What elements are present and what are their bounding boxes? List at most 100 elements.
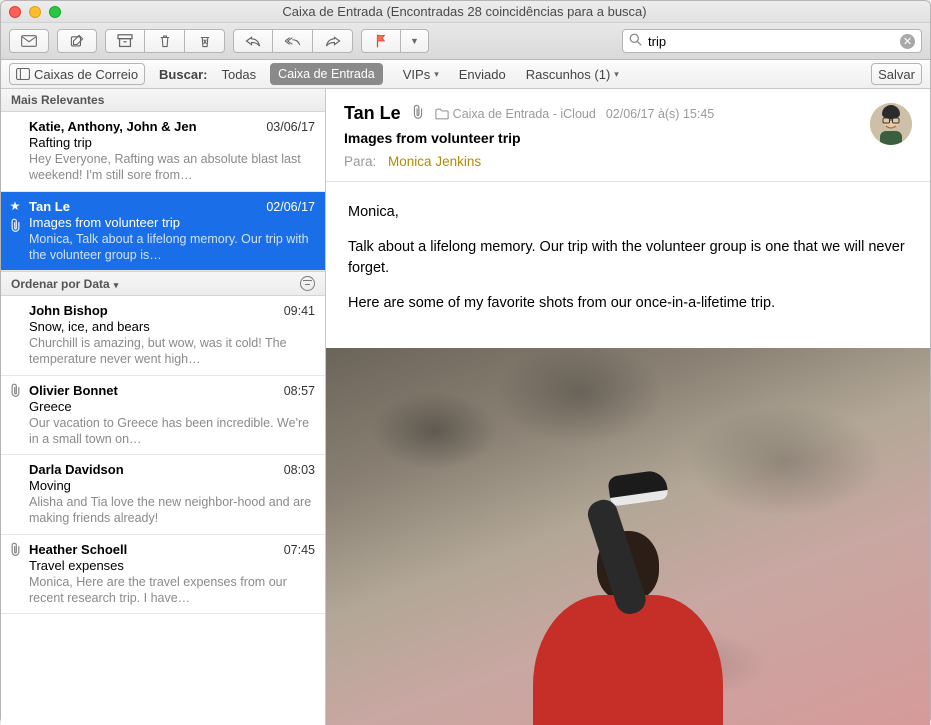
message-content-pane: Tan Le Caixa de Entrada - iCloud 02/06/1…	[326, 89, 930, 725]
list-sort-header[interactable]: Ordenar por Data ▾	[1, 271, 325, 296]
row-date: 03/06/17	[266, 120, 315, 134]
attachment-photo[interactable]	[326, 348, 930, 725]
search-field[interactable]: ✕	[622, 29, 922, 53]
message-row[interactable]: Darla Davidson 08:03MovingAlisha and Tia …	[1, 455, 325, 535]
reply-icon	[245, 34, 261, 48]
trash-icon	[157, 34, 173, 48]
forward-button[interactable]	[313, 29, 353, 53]
message-body: Monica, Talk about a lifelong memory. Our…	[326, 182, 930, 348]
chevron-down-icon: ▼	[410, 36, 419, 46]
message-list[interactable]: Mais Relevantes Katie, Anthony, John & J…	[1, 89, 326, 725]
list-section-relevant: Mais Relevantes	[1, 89, 325, 112]
row-subject: Images from volunteer trip	[29, 215, 315, 230]
toolbar: ▼ ✕	[1, 23, 930, 60]
message-row[interactable]: John Bishop 09:41Snow, ice, and bearsChur…	[1, 296, 325, 376]
reply-button[interactable]	[233, 29, 273, 53]
from-name[interactable]: Tan Le	[344, 103, 401, 124]
save-search-button[interactable]: Salvar	[871, 63, 922, 85]
flag-menu-button[interactable]: ▼	[401, 29, 429, 53]
row-sender: Olivier Bonnet	[29, 383, 118, 398]
message-folder[interactable]: Caixa de Entrada - iCloud	[435, 107, 596, 121]
flag-icon	[373, 34, 389, 48]
delete-button[interactable]	[145, 29, 185, 53]
row-subject: Rafting trip	[29, 135, 315, 150]
body-paragraph: Here are some of my favorite shots from …	[348, 293, 908, 314]
sidebar-icon	[16, 68, 30, 80]
message-subject: Images from volunteer trip	[344, 130, 912, 146]
reply-all-button[interactable]	[273, 29, 313, 53]
archive-icon	[117, 34, 133, 48]
to-recipient[interactable]: Monica Jenkins	[388, 154, 481, 169]
chevron-down-icon: ▾	[614, 69, 619, 80]
row-preview: Monica, Here are the travel expenses fro…	[29, 574, 315, 607]
flag-button[interactable]	[361, 29, 401, 53]
row-sender: Tan Le	[29, 199, 70, 214]
sort-label: Ordenar por Data	[11, 277, 110, 291]
search-scope-label: Buscar:	[159, 67, 207, 82]
scope-all[interactable]: Todas	[221, 67, 256, 82]
message-row[interactable]: ★ Tan Le 02/06/17Images from volunteer tri…	[1, 192, 325, 272]
row-preview: Hey Everyone, Rafting was an absolute bl…	[29, 151, 315, 184]
to-label: Para:	[344, 154, 376, 169]
body-paragraph: Monica,	[348, 202, 908, 223]
junk-icon	[197, 34, 213, 48]
photo-subject	[533, 531, 723, 725]
envelope-icon	[21, 34, 37, 48]
junk-button[interactable]	[185, 29, 225, 53]
row-date: 09:41	[284, 304, 315, 318]
search-filter-bar: Caixas de Correio Buscar: Todas Caixa de…	[1, 60, 930, 89]
scope-inbox[interactable]: Caixa de Entrada	[270, 63, 383, 85]
row-preview: Alisha and Tia love the new neighbor-hoo…	[29, 494, 315, 527]
chevron-down-icon: ▾	[114, 280, 119, 290]
paperclip-icon	[7, 542, 23, 560]
star-icon: ★	[7, 199, 23, 213]
row-date: 08:03	[284, 463, 315, 477]
row-date: 08:57	[284, 384, 315, 398]
get-mail-button[interactable]	[9, 29, 49, 53]
row-subject: Moving	[29, 478, 315, 493]
paperclip-icon	[7, 383, 23, 401]
message-datetime: 02/06/17 à(s) 15:45	[606, 107, 714, 121]
window-title: Caixa de Entrada (Encontradas 28 coincid…	[7, 4, 922, 19]
row-subject: Snow, ice, and bears	[29, 319, 315, 334]
search-icon	[629, 33, 642, 49]
row-preview: Our vacation to Greece has been incredib…	[29, 415, 315, 448]
row-subject: Greece	[29, 399, 315, 414]
clear-search-button[interactable]: ✕	[900, 34, 915, 49]
row-sender: Heather Schoell	[29, 542, 127, 557]
row-date: 07:45	[284, 543, 315, 557]
message-row[interactable]: Heather Schoell 07:45Travel expensesMonic…	[1, 535, 325, 615]
row-subject: Travel expenses	[29, 558, 315, 573]
scope-vips[interactable]: VIPs▾	[397, 63, 445, 85]
message-to-line: Para: Monica Jenkins	[344, 154, 912, 169]
compose-button[interactable]	[57, 29, 97, 53]
row-date: 02/06/17	[266, 200, 315, 214]
row-preview: Churchill is amazing, but wow, was it co…	[29, 335, 315, 368]
paperclip-icon	[7, 218, 23, 236]
reply-all-icon	[285, 34, 301, 48]
main-split: Mais Relevantes Katie, Anthony, John & J…	[1, 89, 930, 725]
message-row[interactable]: Olivier Bonnet 08:57GreeceOur vacation to…	[1, 376, 325, 456]
folder-icon	[435, 108, 449, 120]
window-titlebar: Caixa de Entrada (Encontradas 28 coincid…	[1, 1, 930, 23]
row-sender: Darla Davidson	[29, 462, 124, 477]
body-paragraph: Talk about a lifelong memory. Our trip w…	[348, 237, 908, 279]
search-input[interactable]	[648, 34, 894, 49]
scope-drafts[interactable]: Rascunhos (1)▾	[520, 63, 625, 85]
compose-icon	[69, 34, 85, 48]
archive-button[interactable]	[105, 29, 145, 53]
row-sender: John Bishop	[29, 303, 108, 318]
message-row[interactable]: Katie, Anthony, John & Jen 03/06/17Raftin…	[1, 112, 325, 192]
mailboxes-label: Caixas de Correio	[34, 67, 138, 82]
message-header: Tan Le Caixa de Entrada - iCloud 02/06/1…	[326, 89, 930, 182]
sender-avatar[interactable]	[870, 103, 912, 145]
forward-icon	[325, 34, 341, 48]
chevron-down-icon: ▾	[434, 69, 439, 80]
row-preview: Monica, Talk about a lifelong memory. Ou…	[29, 231, 315, 264]
folder-label: Caixa de Entrada - iCloud	[453, 107, 596, 121]
scope-sent[interactable]: Enviado	[459, 67, 506, 82]
mailboxes-toggle-button[interactable]: Caixas de Correio	[9, 63, 145, 85]
paperclip-icon	[411, 104, 425, 123]
row-sender: Katie, Anthony, John & Jen	[29, 119, 197, 134]
filter-icon[interactable]	[300, 276, 315, 291]
